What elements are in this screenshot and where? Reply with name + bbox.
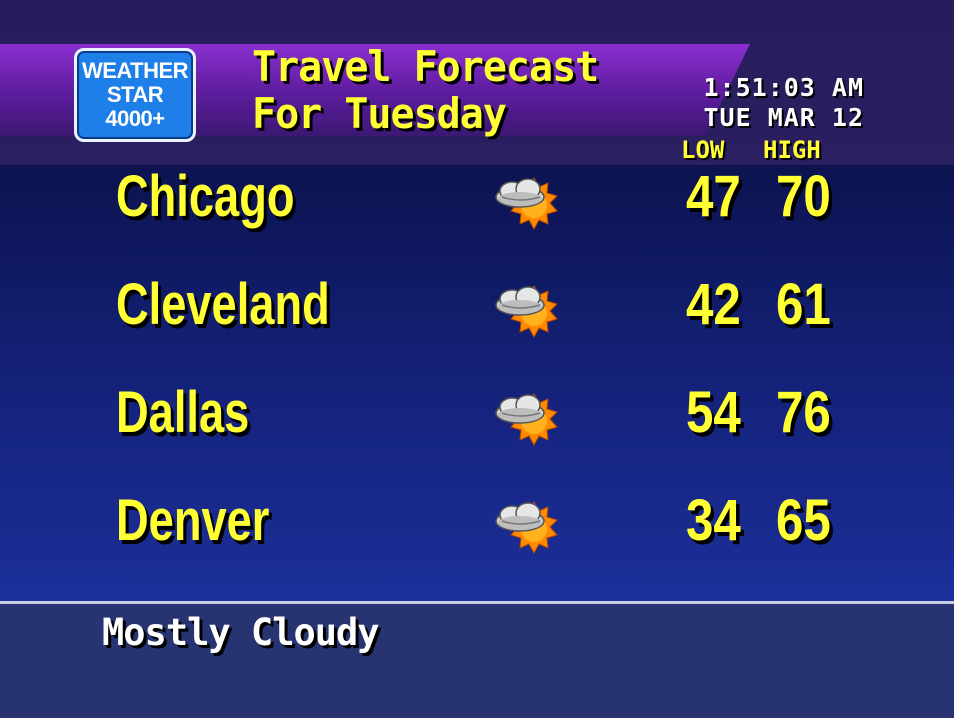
low-column-header: LOW xyxy=(681,136,725,164)
low-temp: 54 xyxy=(686,380,741,445)
logo-line-2: STAR xyxy=(106,82,164,107)
city-row: Denver 34 65 xyxy=(0,489,954,597)
title-line-2: For Tuesday xyxy=(252,90,507,139)
partly-cloudy-icon xyxy=(495,176,558,231)
partly-cloudy-icon xyxy=(495,284,558,339)
city-name: Denver xyxy=(116,488,270,553)
low-temp: 42 xyxy=(686,272,741,337)
high-column-header: HIGH xyxy=(763,136,821,164)
city-row: Dallas 54 76 xyxy=(0,381,954,489)
city-name: Dallas xyxy=(116,380,250,445)
current-condition: Mostly Cloudy xyxy=(102,611,380,654)
clock-date: TUE MAR 12 xyxy=(703,103,864,132)
partly-cloudy-icon xyxy=(495,392,558,447)
city-row: Chicago 47 70 xyxy=(0,165,954,273)
logo-line-3: 4000+ xyxy=(105,106,165,131)
forecast-list: Chicago 47 70 Cleveland 42 61 Dallas 54 … xyxy=(0,165,954,601)
partly-cloudy-icon xyxy=(495,500,558,555)
high-temp: 70 xyxy=(776,165,831,229)
city-name: Chicago xyxy=(116,165,295,229)
weatherstar-logo: WEATHER STAR 4000+ xyxy=(74,48,196,142)
condition-bar: Mostly Cloudy xyxy=(0,601,954,718)
page-title: Travel Forecast For Tuesday xyxy=(252,42,599,139)
city-name: Cleveland xyxy=(116,272,330,337)
low-temp: 34 xyxy=(686,488,741,553)
clock-time: 1:51:03 AM xyxy=(703,73,864,102)
high-temp: 65 xyxy=(776,488,831,553)
high-temp: 61 xyxy=(776,272,831,337)
logo-line-1: WEATHER xyxy=(81,58,189,83)
title-line-1: Travel Forecast xyxy=(252,42,599,92)
low-temp: 47 xyxy=(686,165,741,229)
city-row: Cleveland 42 61 xyxy=(0,273,954,381)
clock: 1:51:03 AM TUE MAR 12 xyxy=(636,73,866,133)
high-temp: 76 xyxy=(776,380,831,445)
